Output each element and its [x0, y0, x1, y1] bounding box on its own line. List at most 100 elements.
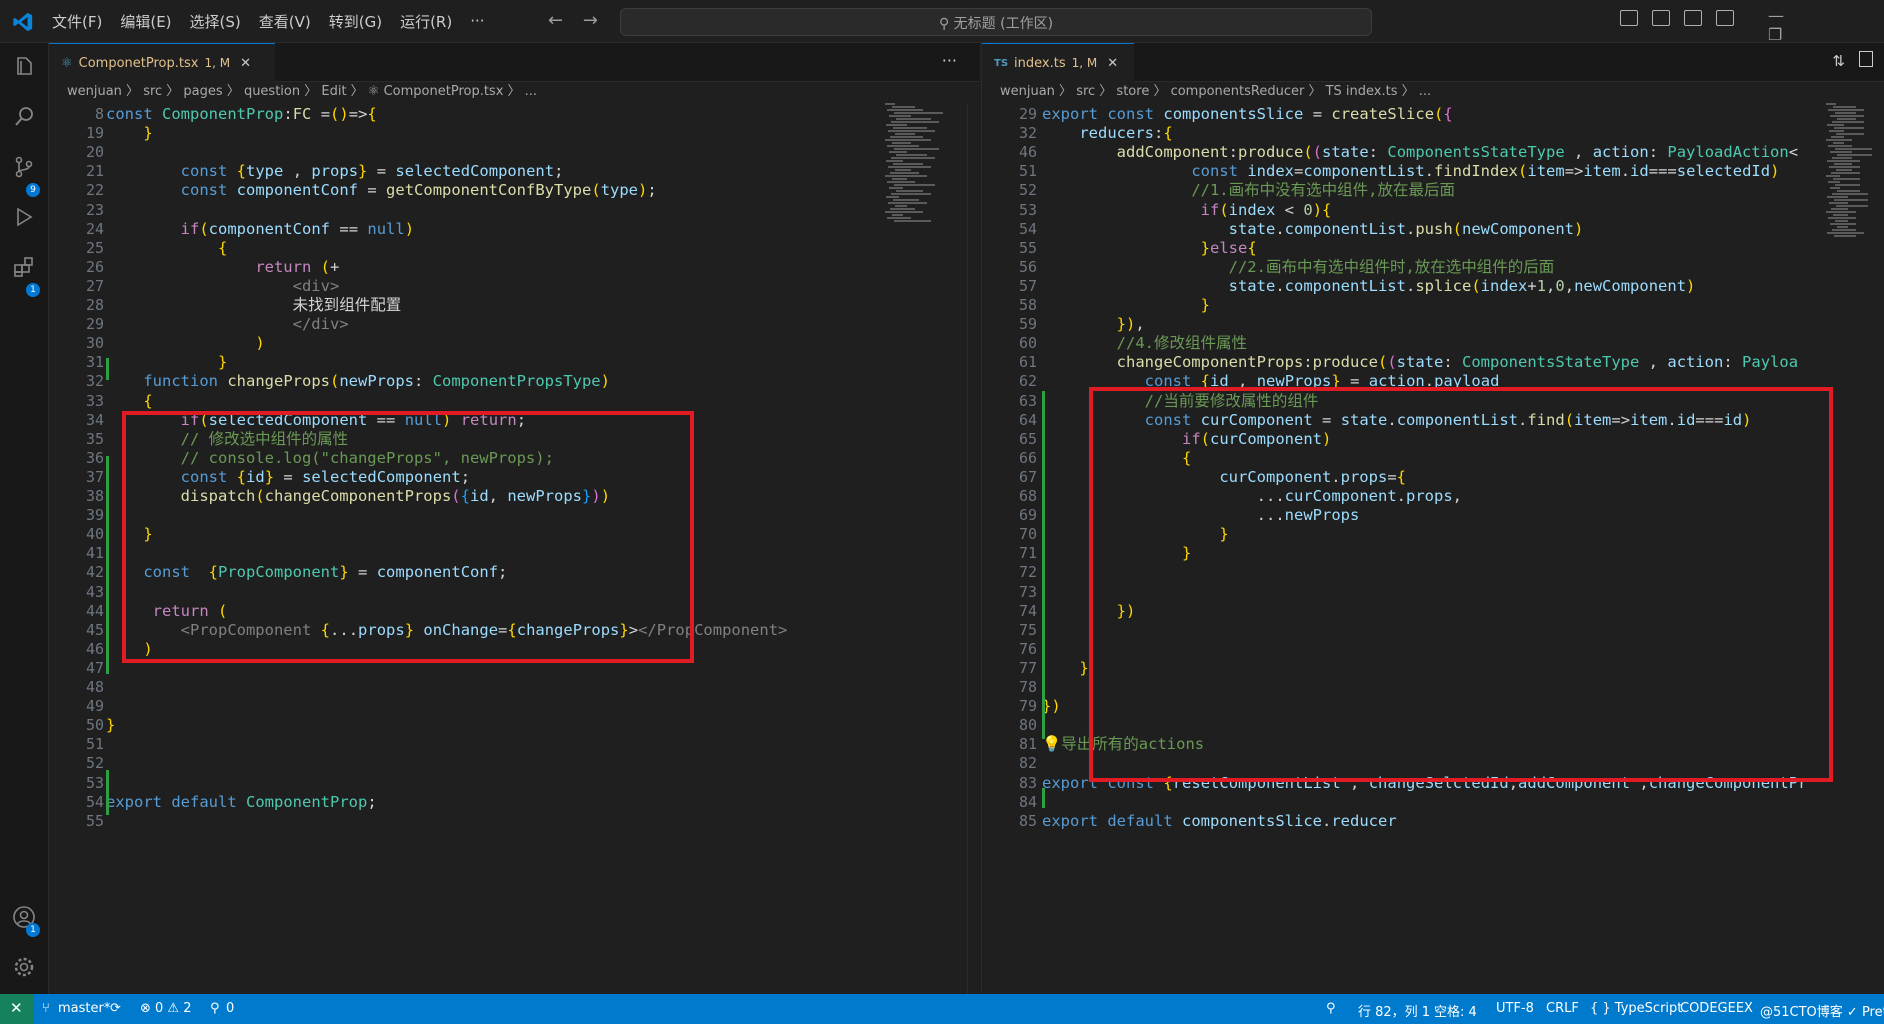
command-center-search[interactable]: ⚲ 无标题 (工作区) — [620, 8, 1372, 36]
breadcrumb[interactable]: wenjuan 〉 src 〉 pages 〉 question 〉 Edit … — [49, 81, 979, 103]
cursor-position[interactable]: 行 82，列 1 — [1358, 1001, 1430, 1020]
vscode-logo-icon — [13, 12, 33, 32]
minimap-line — [1837, 190, 1860, 192]
minimap-line — [889, 187, 903, 189]
remote-indicator[interactable]: ✕ — [0, 994, 34, 1024]
minimap-line — [1829, 202, 1848, 204]
minimap-line — [1828, 145, 1852, 147]
minimap-line — [1828, 217, 1856, 219]
minimap-line — [1836, 169, 1852, 171]
close-icon[interactable]: ✕ — [1107, 56, 1118, 71]
minimap-line — [885, 211, 923, 213]
minimap-line — [1826, 103, 1836, 105]
minimap-line — [1835, 148, 1872, 150]
layout-controls — [1620, 10, 1748, 26]
minimap-line — [1827, 196, 1848, 198]
menu-selection[interactable]: 选择(S) — [190, 11, 241, 32]
search-icon[interactable] — [12, 105, 36, 129]
minimap-line — [892, 178, 907, 180]
minimap-line — [1834, 127, 1864, 129]
highlight-box — [122, 411, 694, 663]
extensions-icon[interactable] — [12, 255, 36, 279]
toggle-panel-icon[interactable] — [1652, 10, 1670, 26]
minimap-line — [891, 157, 935, 159]
tab-index-ts[interactable]: TS index.ts 1, M ✕ — [982, 43, 1134, 82]
code-text: const componentConf = getComponentConfBy… — [180, 181, 657, 200]
minimap-line — [890, 208, 915, 210]
menu-edit[interactable]: 编辑(E) — [120, 11, 171, 32]
minimize-icon[interactable]: — — [1768, 6, 1784, 25]
git-branch[interactable]: master* — [58, 1001, 110, 1016]
source-control-icon[interactable] — [12, 155, 36, 179]
toggle-primary-sidebar-icon[interactable] — [1620, 10, 1638, 26]
tab-componetprop[interactable]: ⚛ ComponetProp.tsx 1, M ✕ — [49, 43, 275, 82]
minimap[interactable] — [1822, 103, 1872, 253]
minimap-line — [1826, 139, 1852, 141]
minimap-line — [1832, 229, 1856, 231]
minimap-line — [1834, 163, 1852, 165]
minimap-line — [1830, 151, 1852, 153]
close-icon[interactable]: ✕ — [240, 56, 251, 71]
code-text: } — [1079, 658, 1089, 677]
minimap-line — [1827, 232, 1864, 234]
settings-gear-icon[interactable] — [12, 955, 36, 979]
end-of-line[interactable]: CRLF — [1546, 1001, 1579, 1016]
zoom-icon[interactable]: ⚲ — [1326, 1001, 1336, 1016]
language-mode[interactable]: { } TypeScript — [1590, 1001, 1682, 1016]
left-tab-bar: ⚛ ComponetProp.tsx 1, M ✕ ··· — [49, 43, 979, 82]
toggle-secondary-sidebar-icon[interactable] — [1684, 10, 1702, 26]
minimap[interactable] — [881, 103, 959, 253]
minimap-line — [1834, 235, 1856, 237]
ports-count[interactable]: 0 — [226, 1001, 234, 1016]
back-arrow-icon[interactable]: ← — [548, 10, 563, 31]
compare-changes-icon[interactable]: ⇅ — [1832, 52, 1845, 70]
restore-icon[interactable]: ❐ — [1768, 25, 1782, 44]
minimap-line — [896, 154, 927, 156]
tab-status: 1, M — [204, 56, 231, 70]
indentation[interactable]: 空格: 4 — [1434, 1001, 1477, 1020]
minimap-line — [888, 166, 931, 168]
left-editor-group: ⚛ ComponetProp.tsx 1, M ✕ ··· wenjuan 〉 … — [49, 43, 980, 994]
minimap-line — [1828, 109, 1864, 111]
forward-arrow-icon[interactable]: → — [583, 10, 598, 31]
react-file-icon: ⚛ — [61, 55, 73, 71]
minimap-line — [1832, 121, 1864, 123]
menu-view[interactable]: 查看(V) — [259, 11, 311, 32]
scm-badge: 9 — [26, 183, 40, 197]
codegeex-status[interactable]: CODEGEEX — [1680, 1001, 1753, 1016]
vertical-scrollbar[interactable] — [967, 103, 980, 994]
minimap-line — [1827, 124, 1844, 126]
menu-file[interactable]: 文件(F) — [52, 11, 102, 32]
encoding[interactable]: UTF-8 — [1496, 1001, 1534, 1016]
minimap-line — [885, 103, 895, 105]
minimap-line — [1833, 178, 1860, 180]
minimap-line — [887, 145, 919, 147]
split-editor-icon[interactable] — [1859, 51, 1873, 67]
explorer-icon[interactable] — [12, 55, 36, 79]
problems-indicator[interactable]: ⊗ 0 ⚠ 2 — [140, 1001, 192, 1016]
customize-layout-icon[interactable] — [1716, 10, 1734, 26]
minimap-line — [891, 193, 931, 195]
menu-more[interactable]: ··· — [470, 12, 484, 30]
more-actions-icon[interactable]: ··· — [942, 51, 957, 70]
menu-run[interactable]: 运行(R) — [400, 11, 452, 32]
breadcrumb[interactable]: wenjuan 〉 src 〉 store 〉 componentsReduce… — [982, 81, 1884, 103]
minimap-line — [892, 214, 903, 216]
prettier-status[interactable]: @51CTO博客 ✓ Prett — [1760, 1001, 1884, 1020]
minimap-line — [1830, 187, 1840, 189]
minimap-line — [891, 121, 939, 123]
extensions-badge: 1 — [26, 283, 40, 297]
highlight-box — [1089, 387, 1833, 782]
minimap-line — [1832, 193, 1868, 195]
minimap-line — [894, 220, 931, 222]
tab-status: 1, M — [1071, 56, 1098, 70]
status-bar: ✕ ⑂ master* ⟳ ⊗ 0 ⚠ 2 ⚲ 0 ⚲ 行 82，列 1 空格:… — [0, 994, 1884, 1024]
minimap-line — [893, 127, 927, 129]
sync-icon[interactable]: ⟳ — [110, 1001, 121, 1016]
menu-go[interactable]: 转到(G) — [329, 11, 382, 32]
minimap-line — [1832, 157, 1852, 159]
run-debug-icon[interactable] — [12, 205, 36, 229]
minimap-line — [893, 163, 923, 165]
gutter-change-marker — [1042, 391, 1045, 739]
minimap-line — [893, 199, 919, 201]
